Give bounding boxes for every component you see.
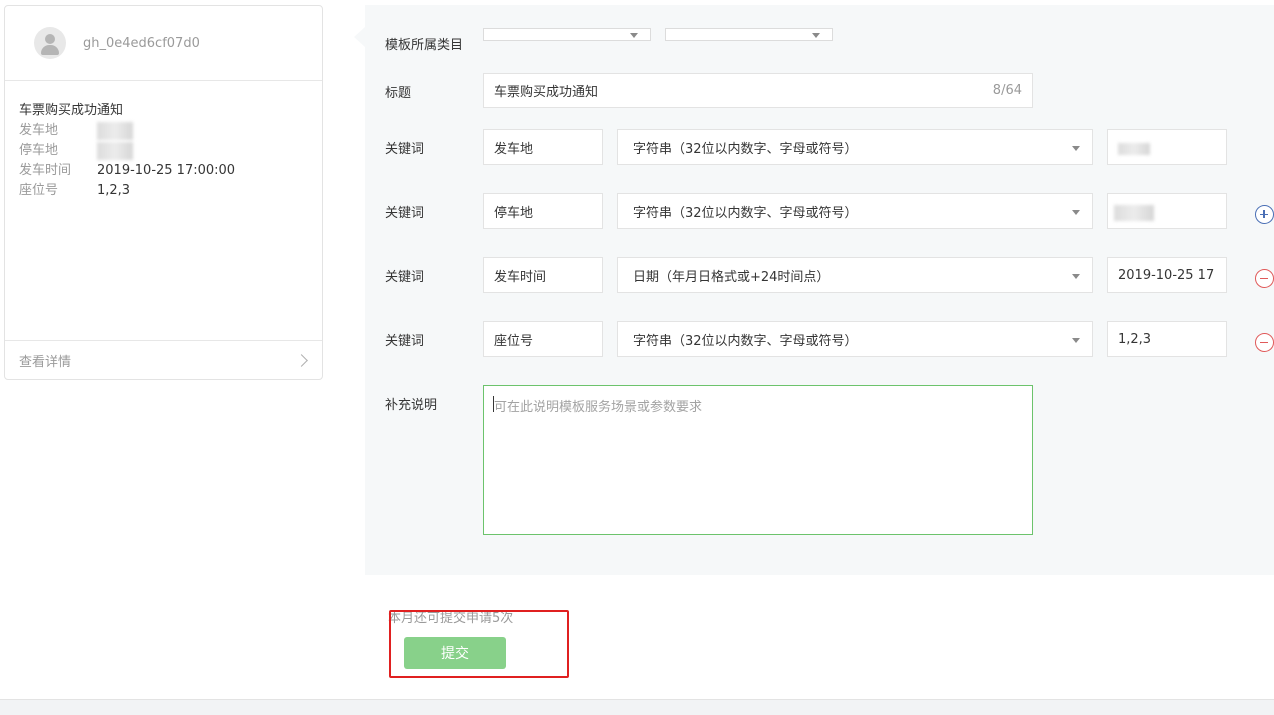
keyword-name-input[interactable]: 发车地 — [483, 129, 603, 165]
keyword-name-input[interactable]: 发车时间 — [483, 257, 603, 293]
chevron-down-icon — [1072, 274, 1080, 279]
keyword-type-select[interactable]: 字符串（32位以内数字、字母或符号） — [617, 129, 1093, 165]
keyword-name: 座位号 — [494, 333, 534, 349]
preview-message-title: 车票购买成功通知 — [19, 103, 124, 118]
panel-pointer — [354, 27, 365, 47]
page-bottom-bar — [0, 699, 1274, 715]
title-label: 标题 — [385, 86, 412, 101]
preview-row: 发车地 — [19, 121, 308, 141]
preview-row: 座位号 1,2,3 — [19, 181, 308, 201]
preview-row-key: 发车时间 — [19, 163, 72, 178]
chevron-down-icon — [1072, 338, 1080, 343]
keyword-example-input[interactable]: 2019-10-25 17 — [1107, 257, 1227, 293]
title-value: 车票购买成功通知 — [494, 85, 599, 100]
remove-keyword-icon[interactable] — [1255, 333, 1274, 352]
blurred-value — [1114, 205, 1154, 221]
preview-row-key: 发车地 — [19, 123, 59, 138]
keyword-type-select[interactable]: 字符串（32位以内数字、字母或符号） — [617, 321, 1093, 357]
blurred-value — [97, 142, 133, 160]
keyword-example: 1,2,3 — [1118, 331, 1152, 347]
keyword-type: 字符串（32位以内数字、字母或符号） — [633, 205, 858, 221]
avatar-icon — [34, 27, 66, 59]
title-input[interactable]: 车票购买成功通知 8/64 — [483, 73, 1033, 108]
preview-row-key: 座位号 — [19, 183, 59, 198]
keyword-type-select[interactable]: 字符串（32位以内数字、字母或符号） — [617, 193, 1093, 229]
keyword-name: 发车时间 — [494, 269, 547, 285]
keyword-example: 2019-10-25 17 — [1118, 267, 1215, 283]
template-preview-card: gh_0e4ed6cf07d0 车票购买成功通知 发车地 停车地 发车时间 20… — [4, 5, 323, 380]
chevron-down-icon — [630, 33, 638, 38]
chevron-down-icon — [812, 33, 820, 38]
view-details-link[interactable]: 查看详情 — [5, 340, 322, 380]
keyword-label: 关键词 — [385, 334, 425, 349]
notes-label: 补充说明 — [385, 398, 438, 413]
chevron-down-icon — [1072, 146, 1080, 151]
preview-header: gh_0e4ed6cf07d0 — [5, 6, 322, 81]
submit-button[interactable]: 提交 — [404, 637, 506, 669]
keyword-type: 字符串（32位以内数字、字母或符号） — [633, 141, 858, 157]
preview-row-value — [97, 121, 133, 141]
keyword-example-input[interactable] — [1107, 193, 1227, 229]
keyword-example-input[interactable]: 1,2,3 — [1107, 321, 1227, 357]
keyword-example-input[interactable] — [1107, 129, 1227, 165]
template-application-page: gh_0e4ed6cf07d0 车票购买成功通知 发车地 停车地 发车时间 20… — [0, 0, 1274, 715]
category-label: 模板所属类目 — [385, 38, 464, 53]
preview-body: 车票购买成功通知 发车地 停车地 发车时间 2019-10-25 17:00:0… — [5, 81, 322, 201]
keyword-name: 停车地 — [494, 205, 534, 221]
preview-row-value: 2019-10-25 17:00:00 — [97, 163, 236, 178]
keyword-type: 日期（年月日格式或+24时间点） — [633, 269, 830, 285]
keyword-name: 发车地 — [494, 141, 534, 157]
blurred-value — [1118, 143, 1150, 155]
preview-row: 停车地 — [19, 141, 308, 161]
add-keyword-icon[interactable] — [1255, 205, 1274, 224]
notes-placeholder: 可在此说明模板服务场景或参数要求 — [494, 400, 703, 415]
title-char-counter: 8/64 — [992, 83, 1022, 98]
notes-textarea[interactable]: 可在此说明模板服务场景或参数要求 — [483, 385, 1033, 535]
chevron-right-icon — [295, 354, 308, 367]
account-id: gh_0e4ed6cf07d0 — [83, 35, 200, 51]
preview-row-value — [97, 141, 133, 161]
keyword-label: 关键词 — [385, 142, 425, 157]
category-primary-select[interactable] — [483, 28, 651, 41]
preview-row: 发车时间 2019-10-25 17:00:00 — [19, 161, 308, 181]
keyword-type: 字符串（32位以内数字、字母或符号） — [633, 333, 858, 349]
remaining-submissions-text: 本月还可提交申请5次 — [388, 611, 514, 626]
chevron-down-icon — [1072, 210, 1080, 215]
keyword-name-input[interactable]: 座位号 — [483, 321, 603, 357]
keyword-label: 关键词 — [385, 206, 425, 221]
keyword-type-select[interactable]: 日期（年月日格式或+24时间点） — [617, 257, 1093, 293]
keyword-label: 关键词 — [385, 270, 425, 285]
preview-row-value: 1,2,3 — [97, 183, 131, 198]
view-details-label: 查看详情 — [19, 355, 72, 370]
preview-row-key: 停车地 — [19, 143, 59, 158]
category-secondary-select[interactable] — [665, 28, 833, 41]
remove-keyword-icon[interactable] — [1255, 269, 1274, 288]
blurred-value — [97, 122, 133, 140]
keyword-name-input[interactable]: 停车地 — [483, 193, 603, 229]
